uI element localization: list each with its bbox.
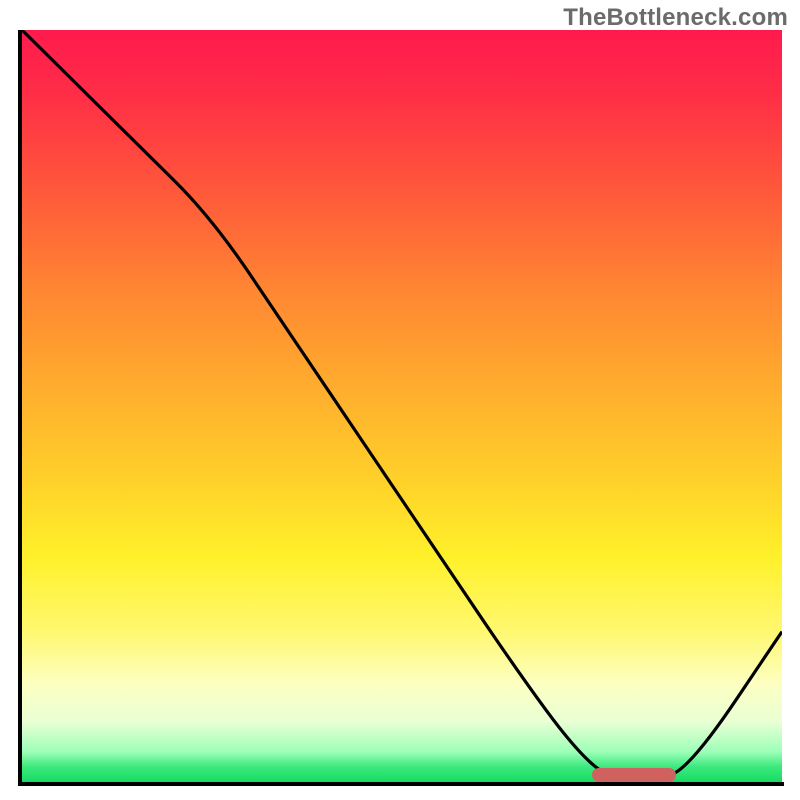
optimal-range-marker <box>592 768 676 782</box>
chart-container: TheBottleneck.com <box>0 0 800 800</box>
x-axis <box>18 782 784 786</box>
chart-gradient-background <box>22 30 782 782</box>
watermark-text: TheBottleneck.com <box>563 4 788 32</box>
y-axis <box>18 30 22 786</box>
